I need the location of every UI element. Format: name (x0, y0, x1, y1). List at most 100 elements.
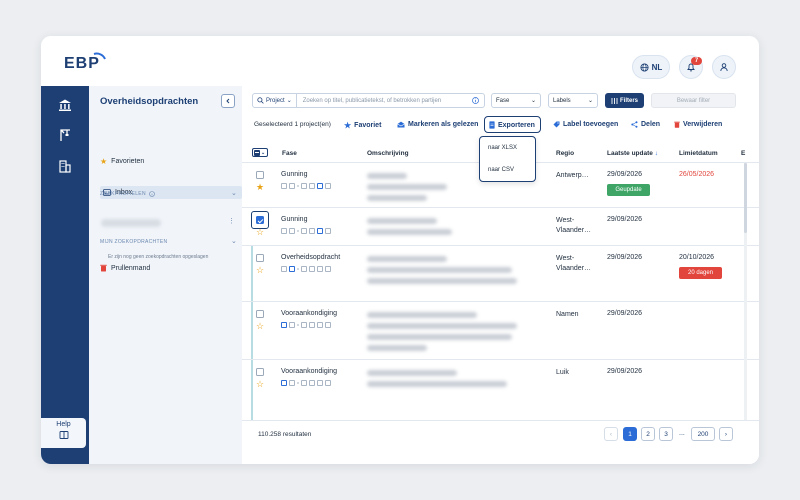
document-icon (289, 322, 295, 328)
add-label-button[interactable]: Label toevoegen (553, 121, 618, 128)
select-all-checkbox[interactable]: ⌄ (252, 148, 268, 157)
refresh-icon (325, 322, 331, 328)
export-csv-option[interactable]: naar CSV (480, 159, 535, 181)
search-icon (257, 97, 264, 104)
star-icon: ★ (344, 121, 352, 130)
column-limietdatum[interactable]: Limietdatum (679, 150, 718, 157)
more-options-icon[interactable]: ⋮ (228, 217, 235, 225)
share-label: Delen (641, 121, 661, 128)
office-building-icon (59, 160, 71, 173)
envelope-open-icon (397, 121, 405, 128)
nav-public-tenders[interactable] (58, 98, 72, 112)
search-scope-select[interactable]: Project ⌄ (253, 94, 297, 107)
prev-page-button[interactable]: ‹ (604, 427, 618, 441)
row-update-date: 29/09/2026 (607, 216, 643, 223)
sidebar: Overheidsopdrachten ★ Favorieten Inbox Z… (89, 86, 242, 464)
search-profile-item-redacted[interactable] (101, 219, 161, 227)
refresh-icon (325, 380, 331, 386)
column-omschrijving[interactable]: Omschrijving (367, 150, 409, 157)
description-redacted (367, 370, 457, 376)
save-filter-button[interactable]: Bewaar filter (651, 93, 736, 108)
table-row[interactable]: ☆ Vooraankondiging Luik 29/09/2026 (242, 360, 759, 420)
mark-read-button[interactable]: Markeren als gelezen (397, 121, 478, 128)
page-button-3[interactable]: 3 (659, 427, 673, 441)
delete-label: Verwijderen (683, 121, 723, 128)
search-input[interactable]: Zoeken op titel, publicatietekst, of bet… (297, 98, 472, 104)
row-regio: Antwerp… (556, 172, 589, 179)
user-menu-button[interactable] (712, 55, 736, 79)
chevron-down-icon: ⌄ (587, 98, 593, 104)
page-button-1[interactable]: 1 (623, 427, 637, 441)
table-row[interactable]: ☆ Gunning West-Vlaander… 29/09/2026 (242, 208, 759, 246)
ebp-logo[interactable]: EBP (63, 50, 107, 74)
fase-select[interactable]: Fase ⌄ (491, 93, 541, 108)
column-fase[interactable]: Fase (282, 150, 297, 157)
sidebar-item-trash[interactable]: Prullenmand (100, 262, 150, 274)
sidebar-item-label: Favorieten (111, 157, 145, 165)
language-button[interactable]: NL (632, 55, 670, 79)
export-dropdown: naar XLSX naar CSV (479, 136, 536, 182)
nav-permits[interactable] (58, 128, 72, 142)
crane-icon (60, 129, 70, 141)
description-redacted (367, 173, 407, 179)
row-fase: Vooraankondiging (281, 368, 338, 375)
row-checkbox[interactable] (256, 310, 264, 318)
delete-button[interactable]: Verwijderen (674, 121, 722, 128)
favorite-button[interactable]: ★ Favoriet (344, 121, 381, 130)
row-checkbox[interactable] (256, 368, 264, 376)
tag-icon (553, 121, 560, 128)
megaphone-icon (281, 380, 287, 386)
trophy-icon (317, 183, 323, 189)
people-icon (309, 266, 315, 272)
row-status-icons (281, 228, 331, 234)
row-checkbox[interactable] (256, 254, 264, 262)
people-icon (309, 380, 315, 386)
row-checkbox[interactable] (256, 171, 264, 179)
trophy-icon (317, 266, 323, 272)
sidebar-item-favorites[interactable]: ★ Favorieten (100, 155, 144, 167)
page-button-2[interactable]: 2 (641, 427, 655, 441)
fase-select-label: Fase (496, 97, 510, 104)
info-icon[interactable] (472, 97, 479, 104)
export-xlsx-option[interactable]: naar XLSX (480, 137, 535, 159)
collapse-sidebar-button[interactable] (221, 94, 235, 108)
search-profiles-header[interactable]: ZOEKPROFIELEN (100, 191, 155, 197)
notification-count-badge: 7 (691, 57, 702, 65)
people-icon (309, 228, 315, 234)
chevron-down-icon[interactable]: ⌄ (231, 237, 237, 245)
sliders-icon (611, 97, 618, 104)
chevron-down-icon: ⌄ (261, 149, 266, 156)
row-checkbox[interactable] (256, 216, 264, 224)
megaphone-icon (281, 322, 287, 328)
table-row[interactable]: ☆ Vooraankondiging Namen 29/09/2026 (242, 302, 759, 360)
favorite-star-icon[interactable]: ★ (256, 183, 264, 192)
updated-badge: Geupdate (607, 184, 650, 196)
table-footer: 110.258 resultaten ‹ 1 2 3 ... 200 › (242, 420, 759, 464)
building-columns-icon (59, 99, 71, 111)
export-highlight (484, 116, 541, 133)
table-scrollbar-thumb[interactable] (744, 163, 747, 233)
my-search-jobs-header[interactable]: MIJN ZOEKOPDRACHTEN (100, 239, 167, 245)
column-laatste-update[interactable]: Laatste update ↓ (607, 150, 658, 157)
calendar-icon (301, 183, 307, 189)
document-icon (289, 380, 295, 386)
people-icon (309, 322, 315, 328)
nav-companies[interactable] (58, 159, 72, 173)
next-page-button[interactable]: › (719, 427, 733, 441)
people-icon (309, 183, 315, 189)
chevron-down-icon[interactable]: ⌄ (231, 189, 237, 197)
refresh-icon (325, 183, 331, 189)
share-button[interactable]: Delen (631, 121, 660, 128)
document-icon (289, 183, 295, 189)
help-button[interactable]: Help (41, 418, 86, 448)
favorite-star-icon[interactable]: ☆ (256, 322, 264, 331)
column-regio[interactable]: Regio (556, 150, 574, 157)
page-button-last[interactable]: 200 (691, 427, 715, 441)
filters-button[interactable]: Filters (605, 93, 644, 108)
favorite-star-icon[interactable]: ☆ (256, 228, 264, 237)
column-extra[interactable]: E (741, 150, 745, 157)
favorite-star-icon[interactable]: ☆ (256, 380, 264, 389)
labels-select[interactable]: Labels ⌄ (548, 93, 598, 108)
favorite-star-icon[interactable]: ☆ (256, 266, 264, 275)
table-row[interactable]: ☆ Overheidsopdracht West-Vlaander… 29/09… (242, 246, 759, 302)
